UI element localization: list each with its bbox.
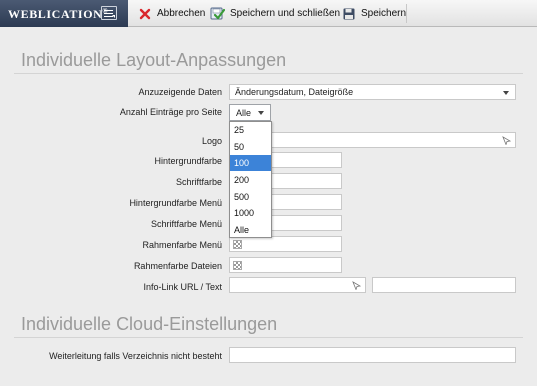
- pointer-icon[interactable]: [502, 136, 511, 145]
- toolbar: WEBLICATION® Abbrechen Speichern und sch…: [0, 0, 537, 27]
- layout-section-title: Individuelle Layout-Anpassungen: [21, 50, 287, 70]
- dropdown-option-highlighted[interactable]: 100: [230, 155, 271, 171]
- menu-icon[interactable]: [101, 6, 117, 20]
- toolbar-divider: [406, 4, 407, 23]
- dropdown-option[interactable]: 500: [230, 189, 271, 205]
- dropdown-option[interactable]: Alle: [230, 222, 271, 238]
- info-link-url-input[interactable]: [229, 277, 366, 293]
- save-label: Speichern: [361, 8, 407, 19]
- files-border-color-input[interactable]: [229, 257, 342, 273]
- color-swatch-icon[interactable]: [233, 240, 242, 249]
- save-and-close-label: Speichern und schließen: [230, 8, 341, 19]
- close-icon: [137, 6, 152, 21]
- entries-per-page-select[interactable]: Alle: [229, 104, 271, 121]
- save-button[interactable]: Speichern: [341, 0, 406, 27]
- display-data-select[interactable]: Änderungsdatum, Dateigröße: [229, 84, 516, 100]
- redirect-input[interactable]: [229, 347, 516, 363]
- brand-area: WEBLICATION®: [0, 0, 128, 27]
- section-divider: [14, 337, 523, 338]
- dropdown-option[interactable]: 1000: [230, 205, 271, 221]
- entries-per-page-dropdown: 25 50 100 200 500 1000 Alle: [229, 121, 272, 238]
- cancel-label: Abbrechen: [157, 8, 206, 19]
- logo-label: Logo: [201, 136, 222, 146]
- menu-bg-color-label: Hintergrundfarbe Menü: [129, 198, 222, 208]
- font-color-label: Schriftfarbe: [175, 177, 222, 187]
- dropdown-option[interactable]: 50: [230, 139, 271, 155]
- dropdown-option[interactable]: 200: [230, 172, 271, 188]
- entries-per-page-label: Anzahl Einträge pro Seite: [119, 107, 222, 117]
- cloud-section-title: Individuelle Cloud-Einstellungen: [21, 314, 278, 334]
- dropdown-option[interactable]: 25: [230, 122, 271, 138]
- floppy-disk-icon: [341, 6, 356, 21]
- section-divider: [14, 73, 523, 74]
- files-border-color-label: Rahmenfarbe Dateien: [133, 261, 222, 271]
- brand-logo: WEBLICATION®: [8, 7, 109, 21]
- save-check-icon: [210, 6, 225, 21]
- info-link-text-input[interactable]: [372, 277, 516, 293]
- bg-color-label: Hintergrundfarbe: [154, 156, 222, 166]
- display-data-label: Anzuzeigende Daten: [138, 87, 222, 97]
- menu-border-color-label: Rahmenfarbe Menü: [142, 240, 222, 250]
- pointer-icon[interactable]: [352, 281, 361, 290]
- chevron-down-icon: [503, 91, 509, 95]
- cancel-button[interactable]: Abbrechen: [137, 0, 205, 27]
- logo-input[interactable]: [229, 132, 516, 148]
- menu-font-color-label: Schriftfarbe Menü: [150, 219, 222, 229]
- menu-border-color-input[interactable]: [229, 236, 342, 252]
- chevron-down-icon: [258, 111, 264, 115]
- save-and-close-button[interactable]: Speichern und schließen: [210, 0, 340, 27]
- display-data-value: Änderungsdatum, Dateigröße: [235, 87, 354, 97]
- color-swatch-icon[interactable]: [233, 261, 242, 270]
- info-link-label: Info-Link URL / Text: [143, 282, 222, 292]
- entries-per-page-value: Alle: [236, 107, 252, 118]
- redirect-label: Weiterleitung falls Verzeichnis nicht be…: [49, 351, 222, 361]
